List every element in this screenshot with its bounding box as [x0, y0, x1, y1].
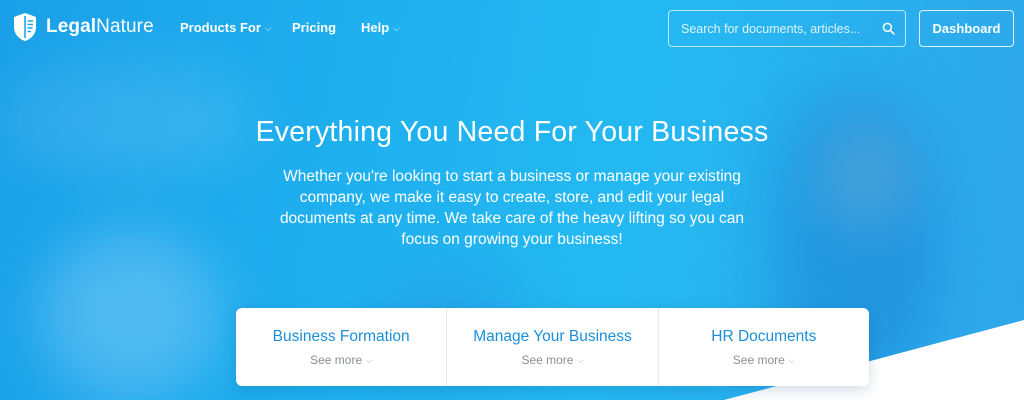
- nav-label: Products For: [180, 20, 261, 35]
- card-hr-documents[interactable]: HR Documents See more ⌵: [657, 308, 869, 386]
- search-icon[interactable]: [882, 22, 895, 35]
- nav-products-for[interactable]: Products For ⌵: [180, 20, 272, 35]
- see-more-link[interactable]: See more ⌵: [310, 353, 372, 367]
- nav-help[interactable]: Help ⌵: [361, 20, 400, 35]
- hero-section: LegalNature Products For ⌵ Pricing Help …: [0, 0, 1024, 400]
- hero-subtitle: Whether you're looking to start a busine…: [279, 168, 745, 248]
- shield-book-icon: [14, 13, 36, 41]
- background-blur: [40, 230, 220, 400]
- search-input[interactable]: [681, 21, 882, 36]
- see-more-label: See more: [521, 353, 574, 367]
- see-more-link[interactable]: See more ⌵: [521, 353, 583, 367]
- logo[interactable]: LegalNature: [12, 12, 154, 42]
- chevron-down-icon: ⌵: [577, 355, 584, 365]
- brand-name: LegalNature: [46, 16, 154, 37]
- nav-label: Help: [361, 20, 390, 35]
- category-cards: Business Formation See more ⌵ Manage You…: [236, 308, 869, 386]
- card-title: HR Documents: [711, 328, 817, 345]
- chevron-down-icon: ⌵: [788, 355, 795, 365]
- card-business-formation[interactable]: Business Formation See more ⌵: [236, 308, 446, 386]
- see-more-label: See more: [310, 353, 363, 367]
- search-box: [668, 10, 906, 47]
- chevron-down-icon: ⌵: [264, 22, 272, 33]
- see-more-label: See more: [732, 353, 785, 367]
- nav-label: Pricing: [292, 20, 337, 35]
- top-nav: LegalNature Products For ⌵ Pricing Help …: [0, 0, 1024, 58]
- chevron-down-icon: ⌵: [393, 22, 400, 33]
- see-more-link[interactable]: See more ⌵: [733, 353, 795, 367]
- hero-title: Everything You Need For Your Business: [255, 116, 769, 148]
- chevron-down-icon: ⌵: [366, 355, 373, 365]
- card-title: Business Formation: [272, 328, 410, 345]
- card-title: Manage Your Business: [473, 328, 632, 345]
- dashboard-button[interactable]: Dashboard: [919, 10, 1014, 47]
- card-manage-your-business[interactable]: Manage Your Business See more ⌵: [446, 308, 657, 386]
- nav-pricing[interactable]: Pricing: [292, 20, 336, 35]
